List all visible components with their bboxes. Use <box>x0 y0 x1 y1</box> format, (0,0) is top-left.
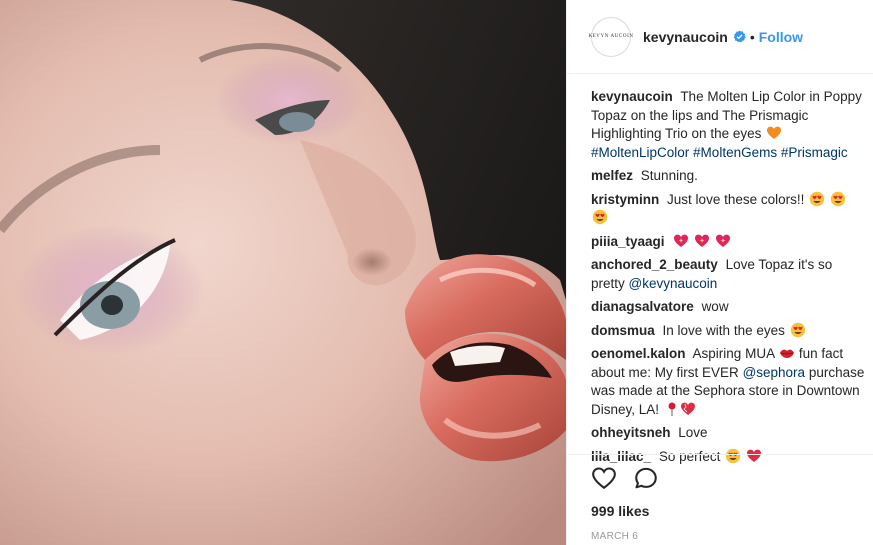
pushpin-emoji-icon <box>664 401 680 417</box>
heart-eyes-emoji-icon <box>809 191 825 207</box>
portrait-image <box>0 0 566 545</box>
sparkling-heart-emoji-icon <box>715 233 731 249</box>
comment-username[interactable]: dianagsalvatore <box>591 299 694 314</box>
comment-username[interactable]: domsmua <box>591 323 655 338</box>
comment-username[interactable]: piiia_tyaagi <box>591 234 665 249</box>
comment-item: kristyminn Just love these colors!! <box>591 191 865 228</box>
header-separator: • <box>749 28 755 45</box>
comment-mention[interactable]: @sephora <box>743 365 806 380</box>
instagram-post: KEVYN AUCOIN kevynaucoin • Follow kevyna… <box>0 0 873 545</box>
comments-list: kevynaucoin The Molten Lip Color in Popp… <box>591 88 865 471</box>
caption-username[interactable]: kevynaucoin <box>591 89 673 104</box>
comment-text: Love <box>678 425 708 440</box>
comment-username[interactable]: kristyminn <box>591 192 659 207</box>
avatar-logo-text: KEVYN AUCOIN <box>588 34 634 39</box>
comment-text: Just love these colors!! <box>667 191 805 207</box>
post-sidebar: KEVYN AUCOIN kevynaucoin • Follow kevyna… <box>566 0 873 545</box>
post-date[interactable]: MARCH 6 <box>591 531 849 542</box>
follow-button[interactable]: Follow <box>759 29 803 45</box>
red-heart-emoji-icon <box>680 401 696 417</box>
comment-mention[interactable]: @kevynaucoin <box>629 276 718 291</box>
heart-eyes-emoji-icon <box>790 322 806 338</box>
comment-username[interactable]: anchored_2_beauty <box>591 257 718 272</box>
post-actions: 999 likes MARCH 6 <box>567 454 873 542</box>
comment-item: melfez Stunning. <box>591 167 865 186</box>
kiss-lips-emoji-icon <box>779 345 795 361</box>
orange-heart-emoji-icon <box>766 125 782 141</box>
comment-item: dianagsalvatore wow <box>591 298 865 317</box>
header-username[interactable]: kevynaucoin <box>643 29 728 45</box>
comment-item: oenomel.kalon Aspiring MUA fun fact abou… <box>591 345 865 419</box>
comment-text: Aspiring MUA <box>692 346 775 361</box>
verified-badge-icon <box>733 30 746 43</box>
comment-item: piiia_tyaagi <box>591 233 865 252</box>
comment-item: ohheyitsneh Love <box>591 424 865 443</box>
likes-count[interactable]: 999 likes <box>591 503 849 519</box>
comment-item: anchored_2_beauty Love Topaz it's so pre… <box>591 256 865 293</box>
sparkling-heart-emoji-icon <box>673 233 689 249</box>
comment-username[interactable]: ohheyitsneh <box>591 425 671 440</box>
action-bar <box>591 463 849 493</box>
comment-text: wow <box>701 299 729 314</box>
sparkling-heart-emoji-icon <box>694 233 710 249</box>
heart-outline-icon[interactable] <box>591 465 617 491</box>
caption-hashtags[interactable]: #MoltenLipColor #MoltenGems #Prismagic <box>591 145 848 160</box>
comment-username[interactable]: melfez <box>591 168 633 183</box>
comment-username[interactable]: oenomel.kalon <box>591 346 686 361</box>
caption: kevynaucoin The Molten Lip Color in Popp… <box>591 88 865 162</box>
post-photo[interactable] <box>0 0 566 545</box>
post-header: KEVYN AUCOIN kevynaucoin • Follow <box>567 0 873 74</box>
avatar[interactable]: KEVYN AUCOIN <box>588 16 634 57</box>
speech-bubble-icon[interactable] <box>633 465 659 491</box>
comment-item: domsmua In love with the eyes <box>591 322 865 341</box>
heart-eyes-emoji-icon <box>592 209 608 225</box>
comment-text: In love with the eyes <box>662 322 785 338</box>
comment-text: Stunning. <box>640 168 698 183</box>
heart-eyes-emoji-icon <box>830 191 846 207</box>
